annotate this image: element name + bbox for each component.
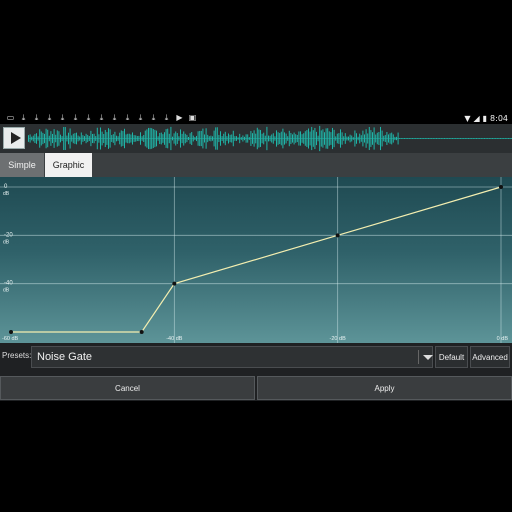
download-icon: ⤓ [73,113,78,122]
battery-icon: ▮ [482,113,488,123]
download-icon: ⤓ [151,113,156,122]
image-icon: ▣ [188,113,197,122]
y-axis-label: -40 [4,281,13,287]
curve-control-point[interactable] [335,233,340,238]
curve-control-point[interactable] [172,281,177,286]
transfer-curve-plot[interactable]: 0dB-20dB-40dB-60 dB -40 dB -20 dB 0 dB [0,177,512,343]
tab-graphic[interactable]: Graphic [45,153,92,177]
download-icon: ⤓ [99,113,104,122]
waveform[interactable] [28,124,512,153]
clock: 8:04 [490,113,508,123]
download-icon: ⤓ [60,113,65,122]
preset-dropdown[interactable]: Noise Gate [31,346,433,368]
y-axis-unit: dB [3,288,10,294]
cancel-button[interactable]: Cancel [0,376,255,400]
notification-icons: ▭ ⤓ ⤓ ⤓ ⤓ ⤓ ⤓ ⤓ ⤓ ⤓ ⤓ ⤓ ⤓ ▶ ▣ [4,113,199,123]
play-icon: ▶ [176,113,183,122]
download-icon: ⤓ [86,113,91,122]
dropdown-divider [418,350,419,364]
y-axis-unit: dB [3,191,10,197]
presets-label: Presets: [2,351,32,360]
curve-control-point[interactable] [499,185,503,189]
download-icon: ⤓ [138,113,143,122]
bottom-panel: Presets: Noise Gate Default Advanced Can… [0,343,512,401]
wifi-icon: ▼ [464,113,471,123]
tab-bar: Simple Graphic [0,153,512,177]
download-icon: ⤓ [112,113,117,122]
screen-icon: ▭ [6,113,15,122]
play-button[interactable] [3,127,25,149]
preset-value: Noise Gate [37,351,93,363]
download-icon: ⤓ [34,113,39,122]
curve-control-point[interactable] [9,330,13,334]
x-axis-label: 0 dB [497,336,509,342]
download-icon: ⤓ [125,113,130,122]
tab-simple[interactable]: Simple [0,153,44,177]
play-icon [10,132,21,144]
transfer-curve [11,186,502,333]
advanced-button[interactable]: Advanced [470,346,510,368]
apply-button[interactable]: Apply [257,376,512,400]
x-axis-label: -20 dB [330,336,347,342]
default-button[interactable]: Default [435,346,468,368]
compressor-graph[interactable]: 0 dB -20 dB -40 dB -60 dB -40 dB -20 dB 0 dB [0,177,512,343]
download-icon: ⤓ [164,113,169,122]
y-axis-unit: dB [3,239,10,245]
x-axis-label: -40 dB [166,336,183,342]
y-axis-label: -20 [4,232,13,238]
chevron-down-icon[interactable] [423,355,433,360]
download-icon: ⤓ [21,113,26,122]
status-bar: ▭ ⤓ ⤓ ⤓ ⤓ ⤓ ⤓ ⤓ ⤓ ⤓ ⤓ ⤓ ⤓ ▶ ▣ ▼ ◢ ▮ 8:04 [0,112,512,124]
signal-icon: ◢ [473,113,480,123]
curve-control-point[interactable] [139,330,144,334]
x-axis-label: -60 dB [2,336,19,342]
download-icon: ⤓ [47,113,52,122]
waveform-strip [0,124,512,153]
